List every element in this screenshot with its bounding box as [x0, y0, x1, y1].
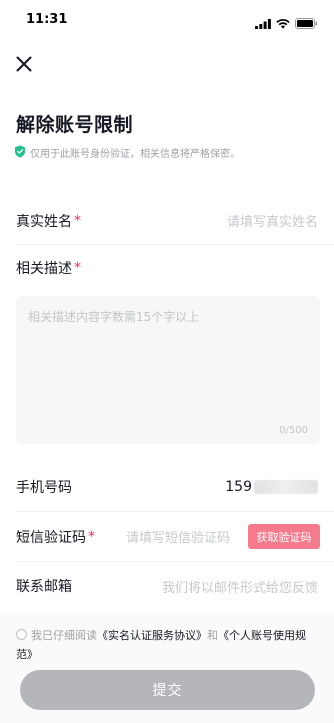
- service-agreement-link[interactable]: 《实名认证服务协议》: [97, 629, 207, 642]
- real-name-input[interactable]: 请填写真实姓名: [227, 211, 318, 230]
- status-icons: [255, 14, 318, 33]
- description-placeholder: 相关描述内容字数需15个字以上: [28, 310, 200, 324]
- privacy-text: 仅用于此账号身份验证，相关信息将严格保密。: [30, 149, 240, 160]
- status-time: 11:31: [26, 12, 68, 27]
- email-input[interactable]: 我们将以邮件形式给您反馈: [162, 577, 318, 596]
- privacy-note: 仅用于此账号身份验证，相关信息将严格保密。: [14, 143, 240, 162]
- sms-code-row: 短信验证码 * 请填写短信验证码 获取验证码: [16, 512, 334, 562]
- description-label-row: 相关描述 *: [16, 258, 81, 278]
- required-mark: *: [74, 212, 81, 229]
- shield-check-icon: [14, 143, 26, 162]
- agree-checkbox[interactable]: [16, 629, 27, 640]
- signal-icon: [255, 14, 271, 33]
- email-label: 联系邮箱: [16, 579, 72, 595]
- battery-icon: [295, 14, 318, 33]
- sms-code-label: 短信验证码: [16, 529, 86, 546]
- page-title: 解除账号限制: [16, 114, 134, 136]
- agreement-prefix: 我已仔细阅读: [31, 629, 97, 642]
- sms-code-input[interactable]: 请填写短信验证码: [126, 527, 230, 546]
- phone-mask: [254, 479, 318, 494]
- required-mark: *: [74, 260, 81, 276]
- phone-prefix: 159: [225, 478, 252, 495]
- agreement: 我已仔细阅读《实名认证服务协议》和《个人账号使用规范》: [16, 626, 316, 664]
- phone-label: 手机号码: [16, 479, 72, 496]
- email-row[interactable]: 联系邮箱 我们将以邮件形式给您反馈: [16, 562, 334, 610]
- required-mark: *: [88, 528, 95, 545]
- wifi-icon: [276, 14, 290, 33]
- status-bar: 11:31: [0, 0, 334, 44]
- submit-button[interactable]: 提交: [20, 670, 315, 710]
- get-code-button[interactable]: 获取验证码: [248, 524, 320, 549]
- agreement-joiner: 和: [207, 629, 218, 642]
- description-counter: 0/500: [279, 425, 308, 436]
- description-textarea[interactable]: 相关描述内容字数需15个字以上 0/500: [16, 296, 320, 444]
- phone-value: 159: [225, 479, 318, 495]
- close-button[interactable]: [10, 52, 38, 80]
- phone-row: 手机号码 159: [16, 462, 334, 512]
- real-name-label: 真实姓名: [16, 213, 72, 230]
- description-label: 相关描述: [16, 261, 72, 277]
- real-name-row[interactable]: 真实姓名 * 请填写真实姓名: [16, 197, 334, 245]
- close-icon: [16, 56, 32, 76]
